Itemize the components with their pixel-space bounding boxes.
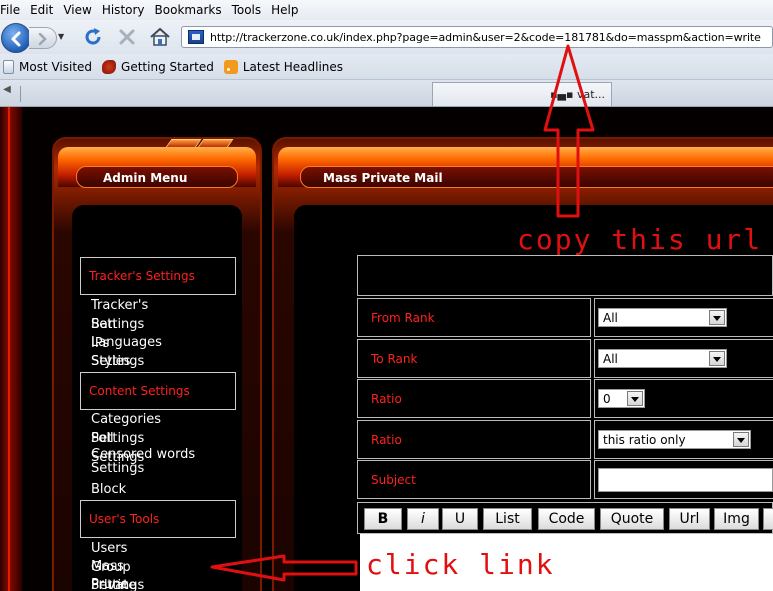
copy-url-annotation: copy this url xyxy=(517,223,763,256)
up-arrow-annotation xyxy=(543,44,595,218)
annotation-layer xyxy=(210,44,595,582)
click-link-annotation: click link xyxy=(366,548,555,581)
left-arrow-annotation xyxy=(210,554,358,582)
